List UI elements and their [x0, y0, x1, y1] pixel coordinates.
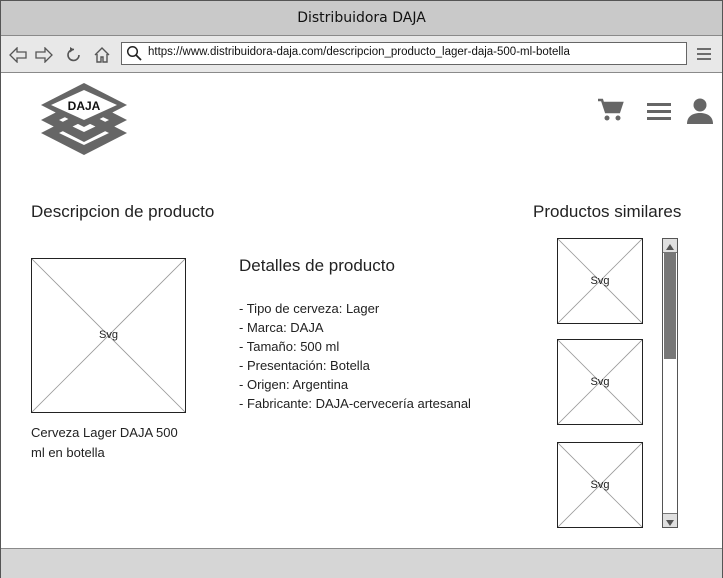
detail-item: Marca: DAJA [239, 318, 471, 337]
detail-item: Tamaño: 500 ml [239, 337, 471, 356]
url-text: https://www.distribuidora-daja.com/descr… [148, 46, 570, 58]
window-title: Distribuidora DAJA [297, 10, 426, 26]
product-description-title: Descripcion de producto [31, 202, 215, 221]
image-placeholder-label: Svg [590, 479, 610, 491]
window-titlebar: Distribuidora DAJA [1, 1, 722, 36]
product-details-list: Tipo de cerveza: Lager Marca: DAJA Tamañ… [239, 299, 471, 413]
detail-item: Origen: Argentina [239, 375, 471, 394]
browser-statusbar [1, 548, 722, 578]
reload-icon[interactable] [64, 45, 84, 65]
browser-toolbar: https://www.distribuidora-daja.com/descr… [1, 36, 722, 73]
similar-product-card[interactable]: Svg [557, 238, 643, 324]
scroll-down-arrow-icon[interactable] [663, 513, 677, 527]
hamburger-menu-icon[interactable] [695, 45, 713, 63]
daja-logo[interactable]: DAJA [37, 83, 131, 167]
page-content: DAJA Descripcion de producto Svg Cerveza… [1, 73, 722, 547]
detail-item: Tipo de cerveza: Lager [239, 299, 471, 318]
browser-window: Distribuidora DAJA https://www.distribui… [0, 0, 723, 578]
detail-item: Fabricante: DAJA-cervecería artesanal [239, 394, 471, 413]
image-placeholder-label: Svg [590, 275, 610, 287]
back-arrow-icon[interactable] [8, 45, 28, 65]
similar-products-title: Productos similares [533, 202, 682, 221]
image-placeholder-label: Svg [590, 376, 610, 388]
detail-item: Presentación: Botella [239, 356, 471, 375]
similar-product-card[interactable]: Svg [557, 442, 643, 528]
home-icon[interactable] [92, 45, 112, 65]
search-icon [126, 45, 142, 65]
similar-product-card[interactable]: Svg [557, 339, 643, 425]
scroll-up-arrow-icon[interactable] [663, 239, 677, 253]
product-image: Svg [31, 258, 186, 413]
logo-text: DAJA [68, 99, 101, 113]
scrollbar-thumb[interactable] [664, 253, 676, 359]
user-icon[interactable] [686, 97, 714, 129]
similar-products-scrollbar[interactable] [662, 238, 678, 528]
image-placeholder-label: Svg [99, 329, 118, 341]
cart-icon[interactable] [597, 97, 625, 127]
address-bar[interactable]: https://www.distribuidora-daja.com/descr… [121, 42, 687, 65]
product-name: Cerveza Lager DAJA 500 ml en botella [31, 425, 178, 460]
forward-arrow-icon[interactable] [34, 45, 54, 65]
site-menu-icon[interactable] [646, 102, 672, 126]
product-details-title: Detalles de producto [239, 256, 395, 275]
